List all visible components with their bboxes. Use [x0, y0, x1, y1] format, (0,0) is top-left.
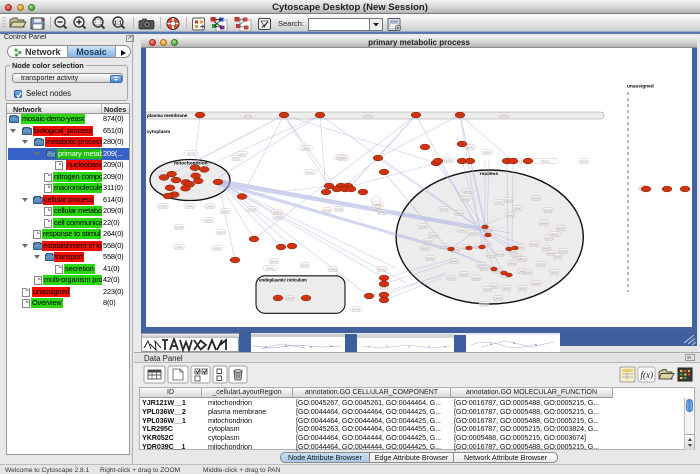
svg-text:(xxx): (xxx) — [419, 224, 427, 228]
svg-text:(xxx): (xxx) — [429, 233, 437, 237]
svg-text:unassigned: unassigned — [627, 84, 654, 90]
svg-text:(xxx): (xxx) — [483, 150, 491, 154]
svg-text:(xxx): (xxx) — [329, 267, 337, 271]
svg-text:(xxx): (xxx) — [352, 307, 360, 311]
svg-text:(xxx): (xxx) — [494, 296, 502, 300]
svg-text:(xxx): (xxx) — [458, 228, 466, 232]
svg-text:(xxx): (xxx) — [221, 209, 229, 213]
svg-text:(xxx): (xxx) — [514, 206, 522, 210]
svg-text:(xxx): (xxx) — [159, 204, 167, 208]
svg-text:(xxx): (xxx) — [213, 246, 221, 250]
svg-text:(xxx): (xxx) — [518, 286, 526, 290]
svg-text:(xxx): (xxx) — [484, 287, 492, 291]
svg-text:(xxx): (xxx) — [544, 208, 552, 212]
svg-text:(xxx): (xxx) — [302, 146, 310, 150]
svg-text:(xxx): (xxx) — [323, 208, 331, 212]
svg-text:(xxx): (xxx) — [421, 246, 429, 250]
svg-text:(xxx): (xxx) — [469, 231, 477, 235]
svg-text:(xxx): (xxx) — [244, 113, 252, 117]
svg-text:(xxx): (xxx) — [339, 156, 347, 160]
svg-text:(xxx): (xxx) — [426, 256, 434, 260]
svg-text:(xxx): (xxx) — [500, 113, 508, 117]
svg-text:(xxx): (xxx) — [532, 281, 540, 285]
svg-text:(xxx): (xxx) — [495, 200, 503, 204]
svg-text:(xxx): (xxx) — [206, 204, 214, 208]
svg-text:(xxx): (xxx) — [518, 257, 526, 261]
svg-text:(xxx): (xxx) — [532, 196, 540, 200]
svg-text:(xxx): (xxx) — [447, 276, 455, 280]
svg-text:(xxx): (xxx) — [335, 207, 343, 211]
svg-text:(xxx): (xxx) — [270, 259, 278, 263]
svg-text:(xxx): (xxx) — [187, 151, 195, 155]
svg-text:(xxx): (xxx) — [554, 254, 562, 258]
svg-text:f(x): f(x) — [641, 370, 654, 380]
svg-text:(xxx): (xxx) — [550, 270, 558, 274]
svg-text:(xxx): (xxx) — [378, 210, 386, 214]
svg-text:(xxx): (xxx) — [460, 272, 468, 276]
svg-text:(xxx): (xxx) — [440, 244, 448, 248]
svg-text:(xxx): (xxx) — [248, 207, 256, 211]
svg-text:(xxx): (xxx) — [466, 145, 474, 149]
svg-text:(xxx): (xxx) — [364, 113, 372, 117]
svg-text:cytoplasm: cytoplasm — [147, 129, 171, 135]
svg-text:(xxx): (xxx) — [205, 218, 213, 222]
svg-text:endoplasmic reticulum: endoplasmic reticulum — [259, 278, 307, 283]
svg-text:(xxx): (xxx) — [217, 230, 225, 234]
svg-text:(xxx): (xxx) — [542, 246, 550, 250]
svg-text:(xxx): (xxx) — [444, 158, 452, 162]
svg-text:(xxx): (xxx) — [545, 236, 553, 240]
svg-text:(xxx): (xxx) — [480, 266, 488, 270]
svg-text:(xxx): (xxx) — [450, 259, 458, 263]
svg-text:(xxx): (xxx) — [440, 207, 448, 211]
svg-text:(xxx): (xxx) — [524, 270, 532, 274]
svg-text:(xxx): (xxx) — [530, 242, 538, 246]
svg-text:plasma membrane: plasma membrane — [147, 113, 188, 118]
svg-text:(xxx): (xxx) — [541, 159, 549, 163]
svg-text:(xxx): (xxx) — [186, 204, 194, 208]
svg-text:(xxx): (xxx) — [175, 225, 183, 229]
svg-text:(xxx): (xxx) — [557, 226, 565, 230]
svg-text:(xxx): (xxx) — [464, 189, 472, 193]
svg-text:(xxx): (xxx) — [286, 296, 294, 300]
svg-text:(xxx): (xxx) — [496, 252, 504, 256]
svg-text:(xxx): (xxx) — [505, 198, 513, 202]
svg-text:(xxx): (xxx) — [273, 210, 281, 214]
svg-text:(xxx): (xxx) — [232, 156, 240, 160]
svg-text:(xxx): (xxx) — [306, 170, 314, 174]
svg-text:(xxx): (xxx) — [540, 221, 548, 225]
svg-text:(xxx): (xxx) — [455, 211, 463, 215]
svg-text:(xxx): (xxx) — [508, 261, 516, 265]
svg-text:(xxx): (xxx) — [537, 262, 545, 266]
svg-text:(xxx): (xxx) — [480, 302, 488, 306]
svg-text:(xxx): (xxx) — [580, 159, 588, 163]
svg-text:(xxx): (xxx) — [461, 197, 469, 201]
svg-text:(xxx): (xxx) — [506, 213, 514, 217]
svg-text:(xxx): (xxx) — [378, 267, 386, 271]
svg-text:(xxx): (xxx) — [301, 263, 309, 267]
svg-text:(xxx): (xxx) — [559, 249, 567, 253]
svg-text:(xxx): (xxx) — [487, 253, 495, 257]
svg-text:(xxx): (xxx) — [472, 276, 480, 280]
svg-text:(xxx): (xxx) — [424, 239, 432, 243]
svg-text:(xxx): (xxx) — [175, 245, 183, 249]
svg-text:(xxx): (xxx) — [266, 266, 274, 270]
svg-text:(xxx): (xxx) — [502, 286, 510, 290]
svg-text:nucleus: nucleus — [480, 171, 498, 177]
svg-text:(xxx): (xxx) — [274, 215, 282, 219]
